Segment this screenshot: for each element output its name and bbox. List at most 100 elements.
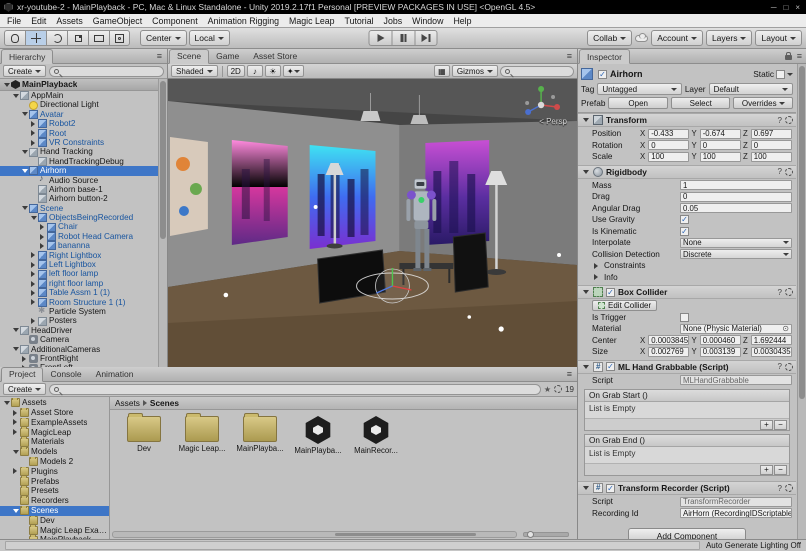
minimize-button[interactable]: ─ (771, 3, 777, 12)
lock-icon[interactable] (784, 52, 792, 60)
static-checkbox[interactable] (776, 69, 785, 79)
hierarchy-item-frontright[interactable]: FrontRight (0, 354, 167, 364)
foldout-closed-icon[interactable] (29, 140, 38, 146)
material-object-field[interactable]: None (Physic Material) ⊙ (680, 323, 792, 334)
gear-icon[interactable] (785, 167, 793, 176)
center-x-field[interactable]: 0.0003845 (648, 335, 690, 346)
menu-magic-leap[interactable]: Magic Leap (284, 16, 339, 26)
position-z-field[interactable]: 0.697 (750, 128, 793, 139)
foldout-open-icon[interactable] (20, 147, 29, 156)
hierarchy-item-table-assm-1-1[interactable]: Table Assm 1 (1) (0, 288, 167, 298)
foldout-closed-icon[interactable] (29, 271, 38, 277)
favorites-icon[interactable]: ★ (544, 385, 551, 394)
foldout-open-icon[interactable] (581, 167, 590, 177)
hierarchy-item-audio-source[interactable]: Audio Source (0, 176, 167, 185)
center-z-field[interactable]: 1.692444 (750, 335, 793, 346)
hierarchy-item-right-lightbox[interactable]: Right Lightbox (0, 251, 167, 260)
project-tree-item-models-2[interactable]: Models 2 (0, 456, 109, 467)
project-tree-item-dev[interactable]: Dev (0, 515, 109, 526)
add-listener-button[interactable]: + (760, 419, 773, 430)
project-tree-item-prefabs[interactable]: Prefabs (0, 476, 109, 486)
position-y-field[interactable]: -0.674 (699, 128, 741, 139)
hierarchy-item-room-structure-1-1[interactable]: Room Structure 1 (1) (0, 298, 167, 307)
foldout-open-icon[interactable] (11, 91, 20, 100)
foldout-open-icon[interactable] (29, 213, 38, 222)
foldout-closed-icon[interactable] (11, 419, 20, 425)
remove-listener-button[interactable]: − (774, 464, 787, 475)
2d-toggle-button[interactable]: 2D (226, 65, 245, 77)
pause-button[interactable] (391, 30, 415, 46)
asset-mainplayba[interactable]: MainPlayba... (292, 416, 344, 455)
menu-gameobject[interactable]: GameObject (88, 16, 147, 26)
tab-hierarchy[interactable]: Hierarchy (1, 49, 54, 64)
breadcrumb-root[interactable]: Assets (115, 398, 140, 408)
hierarchy-item-posters[interactable]: Posters (0, 316, 167, 326)
foldout-open-icon[interactable] (11, 345, 20, 354)
foldout-closed-icon[interactable] (29, 130, 38, 136)
perspective-label[interactable]: < Persp (539, 117, 567, 126)
maximize-button[interactable]: □ (783, 3, 788, 12)
asset-mainrecor[interactable]: MainRecor... (350, 416, 402, 455)
gear-icon[interactable] (785, 116, 793, 124)
gear-icon[interactable] (785, 288, 793, 296)
is-kinematic-checkbox[interactable]: ✓ (680, 226, 689, 236)
foldout-open-icon[interactable] (2, 398, 11, 408)
position-x-field[interactable]: -0.433 (648, 128, 690, 139)
project-tree-item-exampleassets[interactable]: ExampleAssets (0, 417, 109, 428)
foldout-closed-icon[interactable] (29, 121, 38, 127)
gear-icon[interactable] (785, 362, 793, 371)
project-tree-item-magicleap[interactable]: MagicLeap (0, 427, 109, 437)
hierarchy-item-objectsbeingrecorded[interactable]: ObjectsBeingRecorded (0, 213, 167, 223)
close-button[interactable]: × (795, 3, 800, 12)
hierarchy-item-particle-system[interactable]: Particle System (0, 307, 167, 316)
hierarchy-item-robot2[interactable]: Robot2 (0, 119, 167, 129)
foldout-open-icon[interactable] (581, 362, 590, 372)
tab-project[interactable]: Project (1, 366, 44, 382)
object-picker-icon[interactable]: ⊙ (782, 325, 789, 333)
foldout-open-icon[interactable] (11, 326, 20, 335)
hierarchy-item-mainplayback[interactable]: MainPlayback (0, 79, 167, 91)
project-tree-item-mainplayback[interactable]: MainPlayback (0, 535, 109, 539)
help-icon[interactable]: ? (778, 116, 782, 125)
project-tree-item-recorders[interactable]: Recorders (0, 495, 109, 506)
asset-mainplayba[interactable]: MainPlayba... (234, 413, 286, 453)
foldout-info[interactable]: Info (578, 272, 796, 284)
component-enabled-checkbox[interactable]: ✓ (606, 287, 615, 297)
cloud-services-icon[interactable] (635, 32, 649, 42)
component-enabled-checkbox[interactable]: ✓ (606, 362, 615, 371)
hierarchy-item-headdriver[interactable]: HeadDriver (0, 326, 167, 335)
tab-console[interactable]: Console (43, 367, 88, 382)
hierarchy-item-root[interactable]: Root (0, 129, 167, 138)
layers-button[interactable]: Layers (705, 30, 753, 46)
shading-mode-dropdown[interactable]: Shaded (171, 65, 218, 77)
menu-assets[interactable]: Assets (51, 16, 87, 26)
hierarchy-item-robot-head-camera[interactable]: Robot Head Camera (0, 232, 167, 242)
gizmo-visibility-button[interactable]: ▦ (433, 65, 450, 77)
foldout-closed-icon[interactable] (29, 252, 38, 258)
foldout-closed-icon[interactable] (11, 468, 20, 474)
create-dropdown[interactable]: Create (3, 383, 47, 395)
component-header[interactable]: ✓ Transform Recorder (Script) ? (578, 481, 796, 495)
hierarchy-search-input[interactable] (49, 65, 164, 77)
gameobject-name-field[interactable]: Airhorn (610, 69, 750, 79)
foldout-open-icon[interactable] (581, 287, 590, 297)
project-tree-item-asset-store[interactable]: Asset Store (0, 407, 109, 418)
panel-menu-icon[interactable]: ≡ (153, 51, 166, 61)
foldout-open-icon[interactable] (581, 483, 590, 493)
add-component-button[interactable]: Add Component (628, 528, 746, 539)
foldout-closed-icon[interactable] (38, 234, 47, 240)
foldout-open-icon[interactable] (11, 447, 20, 457)
foldout-closed-icon[interactable] (11, 429, 20, 435)
hierarchy-item-left-lightbox[interactable]: Left Lightbox (0, 260, 167, 270)
tag-dropdown[interactable]: Untagged (597, 83, 682, 95)
hierarchy-item-handtrackingdebug[interactable]: HandTrackingDebug (0, 157, 167, 166)
project-tree-item-presets[interactable]: Presets (0, 486, 109, 496)
layout-button[interactable]: Layout (755, 30, 802, 46)
foldout-closed-icon[interactable] (29, 262, 38, 268)
drag-field[interactable]: 0 (680, 191, 792, 202)
collision-detection-dropdown[interactable]: Discrete (680, 249, 792, 260)
foldout-closed-icon[interactable] (29, 290, 38, 296)
scale-tool-button[interactable] (67, 30, 88, 46)
step-button[interactable] (414, 30, 438, 46)
foldout-closed-icon[interactable] (38, 224, 47, 230)
